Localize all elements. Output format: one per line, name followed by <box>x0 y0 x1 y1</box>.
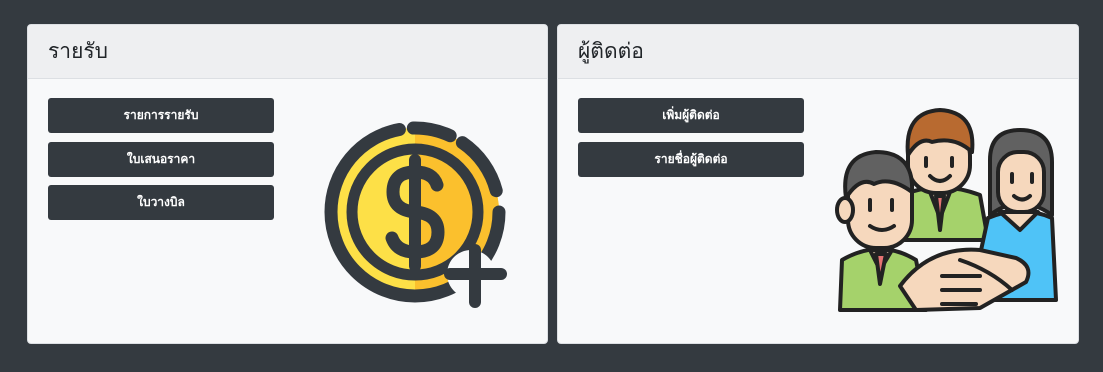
coin-dollar-plus-icon <box>324 121 507 308</box>
income-card-title: รายรับ <box>28 25 547 79</box>
income-list-button[interactable]: รายการรายรับ <box>48 98 274 133</box>
contacts-card-title: ผู้ติดต่อ <box>558 25 1078 79</box>
contacts-card: ผู้ติดต่อ เพิ่มผู้ติดต่อ รายชื่อผู้ติดต่… <box>557 24 1079 344</box>
billing-note-button[interactable]: ใบวางบิล <box>48 185 274 220</box>
team-handshake-icon <box>835 108 1058 312</box>
quotation-button[interactable]: ใบเสนอราคา <box>48 142 274 177</box>
income-card: รายรับ รายการรายรับ ใบเสนอราคา ใบวางบิล <box>27 24 548 344</box>
contact-list-button[interactable]: รายชื่อผู้ติดต่อ <box>578 142 804 177</box>
add-contact-button[interactable]: เพิ่มผู้ติดต่อ <box>578 98 804 133</box>
